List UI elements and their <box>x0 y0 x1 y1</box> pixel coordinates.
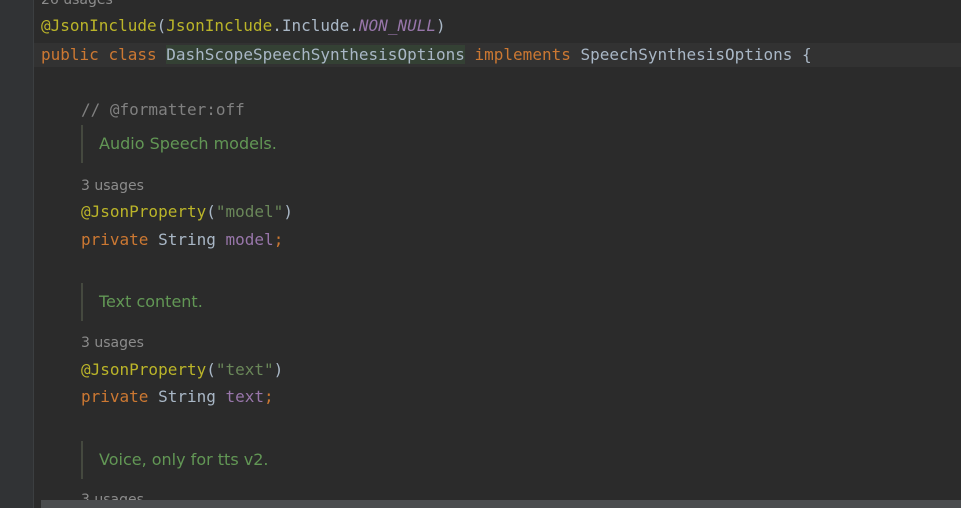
semicolon-token: ; <box>273 230 284 249</box>
code-line-field: private String text; <box>81 385 961 409</box>
code-line-class-declaration: public class DashScopeSpeechSynthesisOpt… <box>34 43 961 67</box>
code-line-field: private String model; <box>81 228 961 252</box>
string-token: "text" <box>215 360 274 379</box>
string-token: "model" <box>215 202 284 221</box>
interface-token[interactable]: SpeechSynthesisOptions <box>580 45 792 64</box>
usages-hint[interactable]: 3 usages <box>81 331 961 355</box>
doc-comment-rendered[interactable]: Text content. <box>81 283 203 321</box>
code-line-field-annotation: @JsonProperty("model") <box>81 202 293 221</box>
editor-gutter[interactable] <box>0 0 34 508</box>
annotation-token: @JsonProperty <box>81 202 207 221</box>
doc-comment-rendered[interactable]: Audio Speech models. <box>81 125 277 163</box>
brace-token: { <box>802 45 812 64</box>
type-token: String <box>158 387 216 406</box>
class-name-token[interactable]: DashScopeSpeechSynthesisOptions <box>166 45 465 64</box>
doc-comment-rendered[interactable]: Voice, only for tts v2. <box>81 441 268 479</box>
type-token: Include <box>281 16 350 35</box>
field-name-token: text <box>225 387 265 406</box>
usages-hint[interactable]: 26 usages <box>41 0 961 12</box>
type-token: JsonInclude <box>166 16 273 35</box>
field-name-token: model <box>225 230 274 249</box>
code-editor[interactable]: 26 usages @JsonInclude(JsonInclude.Inclu… <box>0 0 961 508</box>
code-line-field-annotation: @JsonProperty("text") <box>81 360 284 379</box>
type-token: String <box>158 230 216 249</box>
constant-token: NON_NULL <box>358 16 436 35</box>
annotation-token: @JsonInclude <box>41 16 157 35</box>
keyword-token: public <box>41 45 99 64</box>
keyword-token: class <box>108 45 157 64</box>
dot-token: . <box>349 16 359 35</box>
code-line-comment: // @formatter:off <box>81 100 245 119</box>
editor-content[interactable]: 26 usages @JsonInclude(JsonInclude.Inclu… <box>34 0 961 508</box>
keyword-token: private <box>81 230 149 249</box>
code-line-annotation: @JsonInclude(JsonInclude.Include.NON_NUL… <box>41 14 961 38</box>
annotation-token: @JsonProperty <box>81 360 207 379</box>
dot-token: . <box>272 16 282 35</box>
usages-hint[interactable]: 3 usages <box>81 174 961 198</box>
horizontal-scrollbar[interactable] <box>41 500 961 508</box>
paren-token: ( <box>156 16 167 35</box>
keyword-token: private <box>81 387 149 406</box>
paren-token: ) <box>435 16 446 35</box>
semicolon-token: ; <box>264 387 274 406</box>
keyword-token: implements <box>474 45 571 64</box>
